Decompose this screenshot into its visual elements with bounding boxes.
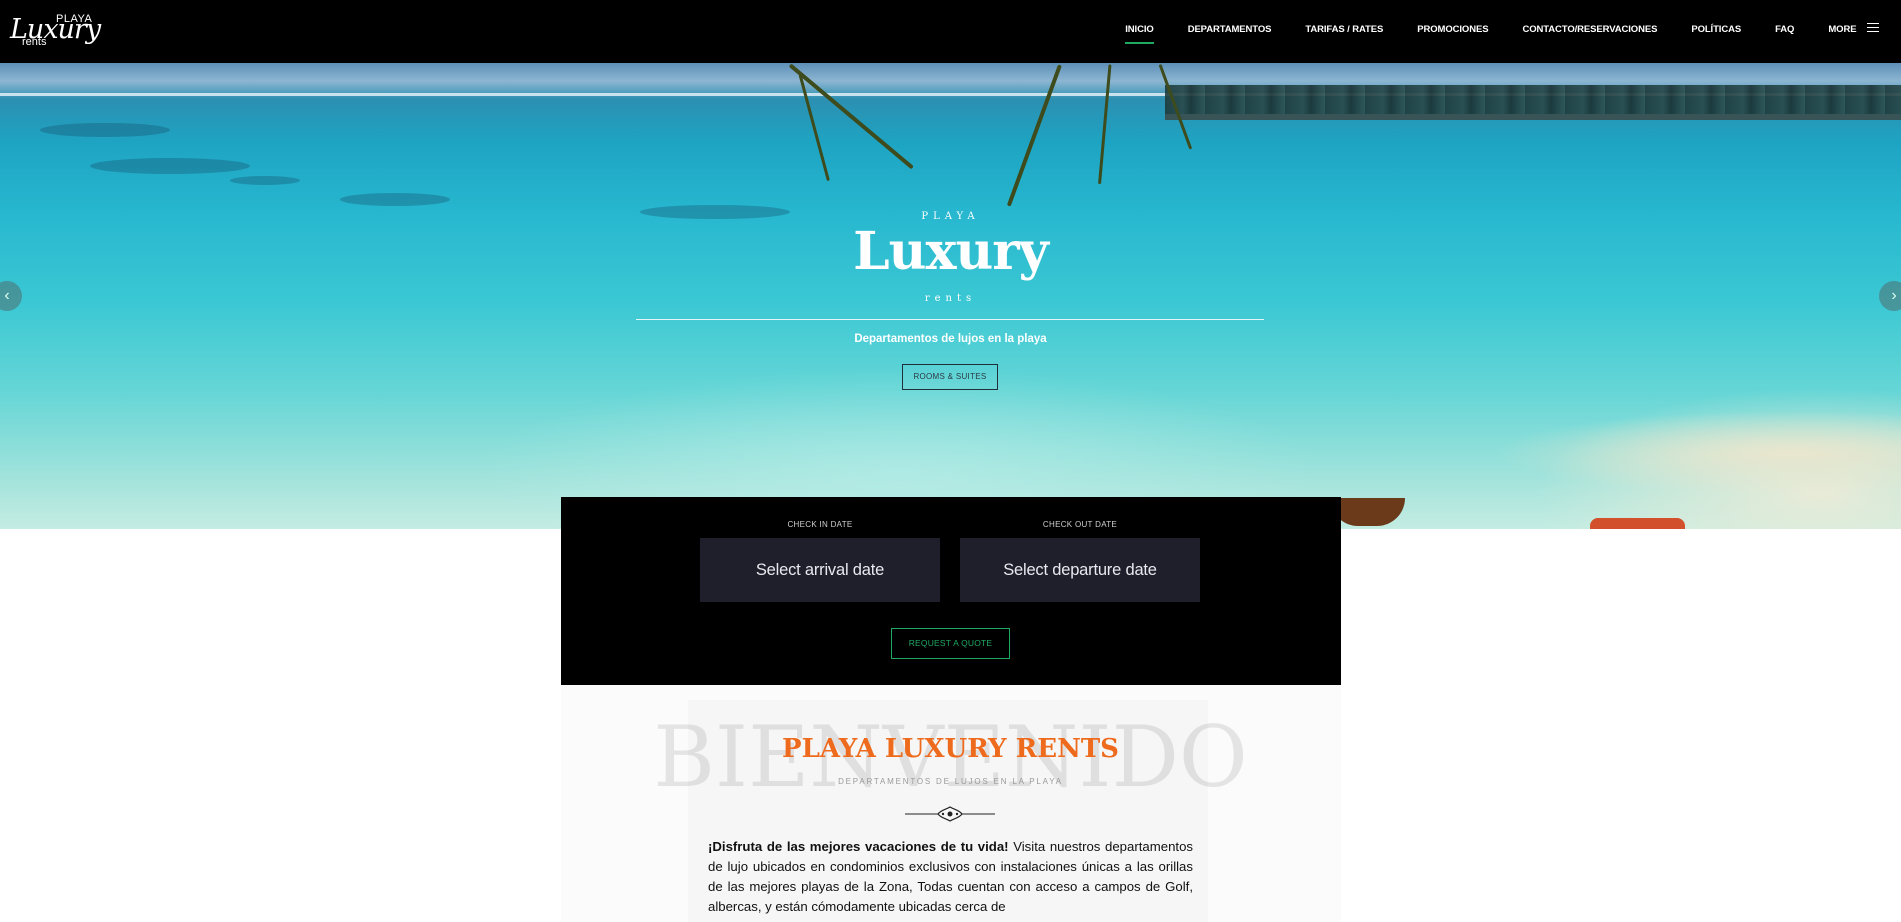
reef-patch (40, 123, 170, 137)
hero-divider (636, 319, 1264, 320)
nav-item-tarifas[interactable]: TARIFAS / RATES (1305, 0, 1383, 63)
main-menu: INICIO DEPARTAMENTOS TARIFAS / RATES PRO… (1091, 0, 1879, 63)
nav-more-label: MORE (1828, 24, 1857, 35)
nav-item-promociones[interactable]: PROMOCIONES (1417, 0, 1488, 63)
palm-frond (798, 74, 830, 182)
nav-item-more[interactable]: MORE (1828, 0, 1879, 63)
reef-patch (230, 176, 300, 185)
welcome-paragraph: ¡Disfruta de las mejores vacaciones de t… (708, 837, 1193, 917)
palm-frond (788, 63, 914, 170)
palm-frond (1006, 64, 1062, 207)
checkin-label: CHECK IN DATE (787, 520, 853, 529)
reef-patch (340, 193, 450, 206)
hero-rents-text: rents (924, 293, 977, 304)
hero-slider: ‹ › PLAYA Luxury rents Departamentos de … (0, 63, 1901, 529)
logo-rents-text: rents (22, 36, 47, 48)
checkin-date-field[interactable]: Select arrival date (700, 538, 940, 602)
welcome-title: PLAYA LUXURY RENTS (782, 734, 1119, 764)
request-quote-button[interactable]: REQUEST A QUOTE (891, 628, 1010, 659)
hero-subtitle: Departamentos de lujos en la playa (854, 333, 1047, 345)
palm-frond (1098, 64, 1112, 185)
hamburger-icon[interactable] (1867, 23, 1879, 33)
nav-item-faq[interactable]: FAQ (1775, 0, 1794, 63)
nav-item-departamentos[interactable]: DEPARTAMENTOS (1188, 0, 1272, 63)
nav-item-politicas[interactable]: POLÍTICAS (1691, 0, 1741, 63)
checkout-label: CHECK OUT DATE (1042, 520, 1118, 529)
reef-patch (90, 158, 250, 174)
rooms-suites-button[interactable]: ROOMS & SUITES (902, 364, 998, 390)
ornament-divider-icon (905, 806, 995, 822)
overwater-bungalows-image (1165, 85, 1901, 120)
nav-item-inicio[interactable]: INICIO (1125, 0, 1155, 63)
hero-title: Luxury (853, 221, 1049, 282)
boat-image (1330, 498, 1405, 526)
checkout-date-field[interactable]: Select departure date (960, 538, 1200, 602)
site-logo[interactable]: PLAYA Luxury rents (8, 12, 101, 50)
welcome-subtitle: DEPARTAMENTOS DE LUJOS EN LA PLAYA (838, 777, 1063, 786)
top-navbar: PLAYA Luxury rents INICIO DEPARTAMENTOS … (0, 0, 1901, 63)
booking-form: CHECK IN DATE Select arrival date CHECK … (561, 497, 1341, 685)
welcome-intro-bold: ¡Disfruta de las mejores vacaciones de t… (708, 839, 1009, 854)
nav-item-contacto[interactable]: CONTACTO/RESERVACIONES (1522, 0, 1657, 63)
beach-towel-image (1590, 518, 1685, 529)
